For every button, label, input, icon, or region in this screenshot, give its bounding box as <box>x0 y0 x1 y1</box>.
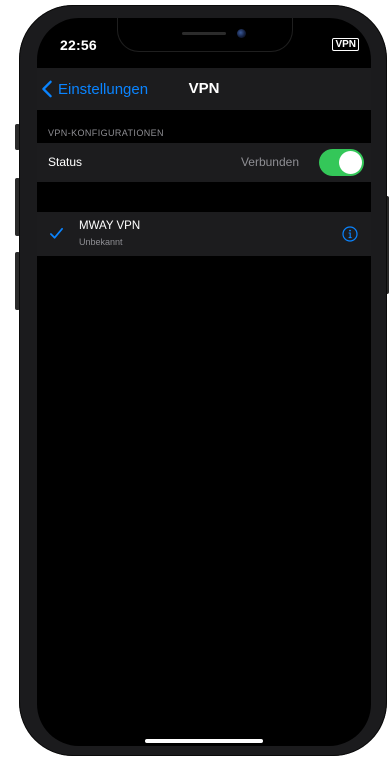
checkmark-icon <box>50 227 63 239</box>
status-label: Status <box>48 155 83 169</box>
status-bar-vpn-badge: VPN <box>332 38 359 51</box>
status-bar-time: 22:56 <box>60 37 97 53</box>
vpn-toggle[interactable] <box>319 149 364 176</box>
phone-frame: 22:56 VPN Einstellungen VPN VPN-KONFIGUR… <box>19 5 387 756</box>
status-value: Verbunden <box>240 155 299 169</box>
page-title: VPN <box>188 80 220 97</box>
toggle-knob <box>339 151 362 174</box>
vpn-config-row[interactable]: MWAY VPN Unbekannt <box>37 212 371 256</box>
section-header: VPN-KONFIGURATIONEN <box>48 128 164 138</box>
info-circle-icon[interactable] <box>342 226 358 242</box>
navigation-bar: Einstellungen VPN <box>37 68 371 110</box>
device-mockup: 22:56 VPN Einstellungen VPN VPN-KONFIGUR… <box>0 0 390 758</box>
screen: 22:56 VPN Einstellungen VPN VPN-KONFIGUR… <box>37 18 371 746</box>
vpn-config-name: MWAY VPN <box>79 220 141 232</box>
home-indicator[interactable] <box>145 739 263 743</box>
vpn-status-row: Status Verbunden <box>37 143 371 182</box>
front-camera <box>237 29 246 38</box>
vpn-config-status: Unbekannt <box>79 237 123 247</box>
earpiece-speaker <box>182 32 226 35</box>
notch <box>117 18 293 52</box>
